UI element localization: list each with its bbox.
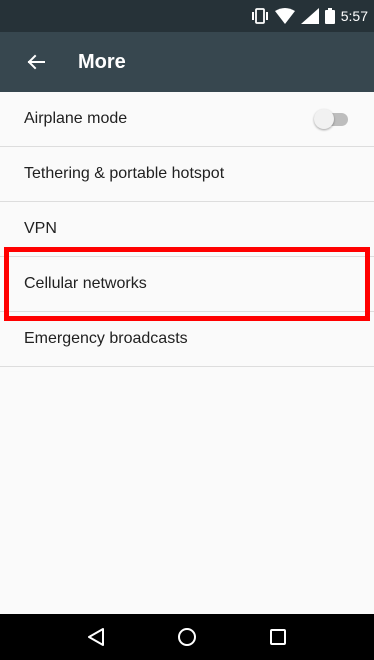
airplane-mode-toggle[interactable] <box>314 109 350 129</box>
home-circle-icon <box>177 627 197 647</box>
recents-square-icon <box>269 628 287 646</box>
list-item-cellular-networks[interactable]: Cellular networks <box>0 257 374 312</box>
battery-icon <box>324 8 335 24</box>
wifi-icon <box>274 8 295 24</box>
page-title: More <box>78 50 126 73</box>
back-button[interactable] <box>14 40 58 84</box>
nav-recents-button[interactable] <box>254 614 302 660</box>
nav-back-button[interactable] <box>72 614 120 660</box>
settings-screen: 5:57 More Airplane mode Tethering & port… <box>0 0 374 660</box>
list-item-label: Emergency broadcasts <box>24 330 188 347</box>
list-item-vpn[interactable]: VPN <box>0 202 374 257</box>
list-item-emergency-broadcasts[interactable]: Emergency broadcasts <box>0 312 374 367</box>
signal-icon <box>300 8 319 24</box>
toolbar: More <box>0 32 374 92</box>
settings-list: Airplane mode Tethering & portable hotsp… <box>0 92 374 367</box>
toggle-thumb <box>314 109 334 129</box>
nav-home-button[interactable] <box>163 614 211 660</box>
navigation-bar <box>0 614 374 660</box>
list-item-tethering[interactable]: Tethering & portable hotspot <box>0 147 374 202</box>
list-item-label: VPN <box>24 220 57 237</box>
list-item-label: Airplane mode <box>24 110 128 127</box>
back-triangle-icon <box>87 627 105 647</box>
arrow-back-icon <box>27 54 45 70</box>
list-item-airplane-mode[interactable]: Airplane mode <box>0 92 374 147</box>
list-item-label: Tethering & portable hotspot <box>24 165 225 182</box>
status-bar: 5:57 <box>0 0 374 32</box>
status-time: 5:57 <box>340 8 368 24</box>
vibrate-icon <box>251 8 269 24</box>
list-item-label: Cellular networks <box>24 275 147 292</box>
